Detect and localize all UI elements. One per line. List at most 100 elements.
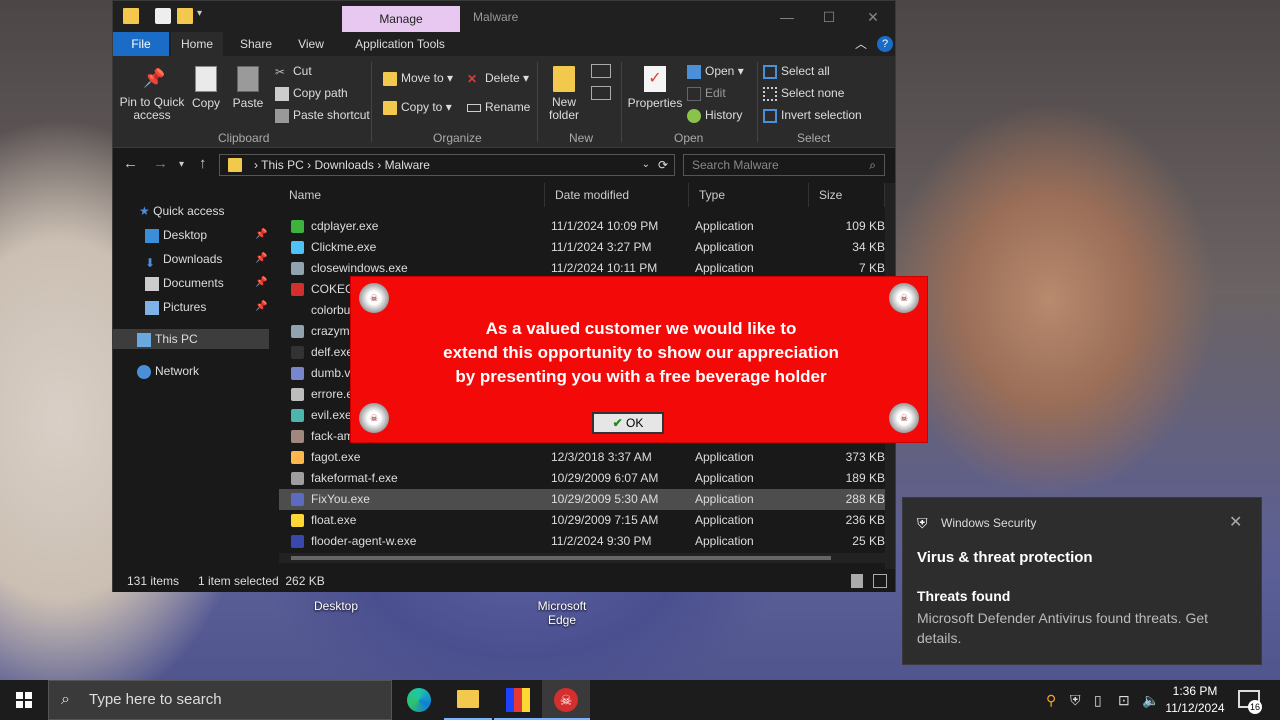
volume-muted-icon[interactable]: 🔈: [1142, 692, 1159, 709]
edit-button[interactable]: Edit: [687, 86, 726, 101]
refresh-icon[interactable]: ⟳: [658, 155, 668, 175]
application-icon: [291, 241, 304, 254]
tray-icon-1[interactable]: ⚲: [1046, 692, 1056, 709]
new-item-icon[interactable]: [591, 64, 611, 78]
rename-button[interactable]: Rename: [467, 100, 530, 114]
application-icon: [291, 409, 304, 422]
open-button[interactable]: Open ▾: [687, 64, 744, 79]
properties-button[interactable]: ✓ Properties: [627, 66, 683, 110]
properties-check-icon[interactable]: [155, 8, 171, 24]
nav-desktop[interactable]: Desktop: [145, 225, 207, 245]
new-folder-button[interactable]: New folder: [545, 66, 583, 122]
tab-manage[interactable]: Manage: [342, 6, 460, 32]
help-icon[interactable]: ?: [877, 36, 893, 52]
recent-locations-icon[interactable]: ▾: [179, 159, 184, 170]
network-icon[interactable]: ⊡: [1118, 692, 1130, 709]
start-button[interactable]: [0, 680, 48, 720]
select-none-button[interactable]: Select none: [763, 86, 844, 101]
up-arrow-icon[interactable]: ↑: [199, 155, 207, 172]
pin-icon: 📌: [255, 229, 268, 240]
taskbar-file-explorer[interactable]: [444, 680, 492, 720]
collapse-ribbon-icon[interactable]: ︿: [853, 32, 869, 56]
taskbar-search-input[interactable]: ⌕ Type here to search: [48, 680, 392, 720]
address-field[interactable]: › This PC › Downloads › Malware ⟳ ⌄: [219, 154, 675, 176]
new-folder-icon[interactable]: [177, 8, 193, 24]
group-label-clipboard: Clipboard: [218, 131, 270, 145]
select-all-icon: [763, 64, 777, 79]
tab-application-tools[interactable]: Application Tools: [347, 32, 453, 56]
delete-button[interactable]: ✕ Delete ▾: [467, 71, 529, 86]
address-dropdown-icon[interactable]: ⌄: [642, 155, 650, 175]
file-date: 11/2/2024 9:30 PM: [551, 534, 652, 548]
search-input[interactable]: Search Malware ⌕: [683, 154, 885, 176]
pin-quick-access-button[interactable]: 📌 Pin to Quick access: [117, 68, 187, 122]
notification-center-icon[interactable]: 16: [1238, 690, 1262, 714]
copy-path-button[interactable]: Copy path: [275, 86, 348, 101]
application-icon: [291, 304, 304, 317]
group-label-new: New: [569, 131, 594, 145]
security-toast-notification[interactable]: ⛨ Windows Security ✕ Virus & threat prot…: [902, 497, 1262, 665]
breadcrumb-this-pc[interactable]: This PC: [261, 158, 304, 172]
select-all-button[interactable]: Select all: [763, 64, 830, 79]
nav-downloads[interactable]: ⬇ Downloads: [145, 249, 222, 270]
paste-shortcut-button[interactable]: Paste shortcut: [275, 108, 370, 123]
nav-quick-access[interactable]: ★ Quick access: [139, 201, 224, 221]
move-to-button[interactable]: Move to ▾: [383, 71, 453, 86]
file-name: errore.e: [311, 387, 354, 401]
minimize-icon[interactable]: —: [777, 7, 797, 27]
tab-home[interactable]: Home: [171, 32, 223, 56]
history-button[interactable]: History: [687, 108, 742, 123]
breadcrumb-downloads[interactable]: Downloads: [315, 158, 374, 172]
file-row[interactable]: FixYou.exe 10/29/2009 5:30 AM Application 2…: [279, 489, 885, 510]
easy-access-icon[interactable]: [591, 86, 611, 100]
maximize-icon[interactable]: ☐: [819, 7, 839, 27]
cut-button[interactable]: ✂ Cut: [275, 64, 312, 79]
close-icon[interactable]: ✕: [863, 7, 883, 27]
customize-qat-icon[interactable]: ▾: [197, 8, 213, 24]
large-icons-view-icon[interactable]: [873, 574, 887, 588]
close-icon[interactable]: ✕: [1229, 512, 1242, 532]
file-row[interactable]: Clickme.exe 11/1/2024 3:27 PM Application 3…: [279, 237, 885, 258]
file-size: 373 KB: [845, 450, 885, 464]
paste-button[interactable]: Paste: [231, 66, 265, 110]
file-row[interactable]: fagot.exe 12/3/2018 3:37 AM Application 373…: [279, 447, 885, 468]
horizontal-scrollbar[interactable]: [279, 553, 885, 563]
file-row[interactable]: fakeformat-f.exe 10/29/2009 6:07 AM Applic…: [279, 468, 885, 489]
battery-icon[interactable]: ▯: [1094, 692, 1102, 709]
application-icon: [291, 430, 304, 443]
defender-warning-icon[interactable]: ⛨: [1070, 692, 1081, 709]
desktop-icon-desktop[interactable]: Desktop: [306, 599, 366, 613]
download-arrow-icon: ⬇: [145, 255, 156, 270]
file-type: Application: [695, 534, 754, 548]
nav-network[interactable]: Network: [137, 361, 199, 381]
taskbar-prank-app[interactable]: ☠: [542, 680, 590, 720]
tab-view[interactable]: View: [289, 32, 333, 56]
file-row[interactable]: float.exe 10/29/2009 7:15 AM Application 23…: [279, 510, 885, 531]
back-arrow-icon[interactable]: ←: [123, 155, 138, 172]
desktop-icon-edge[interactable]: Microsoft Edge: [526, 599, 598, 627]
copy-button[interactable]: Copy: [191, 66, 221, 110]
nav-pictures[interactable]: Pictures: [145, 297, 206, 317]
file-row[interactable]: cdplayer.exe 11/1/2024 10:09 PM Applicatio…: [279, 216, 885, 237]
clock[interactable]: 1:36 PM 11/12/2024: [1160, 683, 1230, 717]
file-date: 10/29/2009 5:30 AM: [551, 492, 659, 506]
breadcrumb-malware[interactable]: Malware: [385, 158, 430, 172]
folder-icon: [228, 158, 242, 172]
tab-file[interactable]: File: [113, 32, 169, 56]
details-view-icon[interactable]: [851, 574, 863, 588]
colorful-app-icon: [506, 688, 530, 712]
invert-selection-button[interactable]: Invert selection: [763, 108, 862, 123]
file-name: delf.exe: [311, 345, 354, 359]
nav-this-pc[interactable]: This PC: [113, 329, 269, 349]
taskbar-edge[interactable]: [394, 680, 442, 720]
copy-to-button[interactable]: Copy to ▾: [383, 100, 452, 115]
application-icon: [291, 262, 304, 275]
file-size: 25 KB: [852, 534, 885, 548]
forward-arrow-icon[interactable]: →: [153, 155, 168, 172]
tab-share[interactable]: Share: [233, 32, 279, 56]
scrollbar-thumb[interactable]: [291, 556, 831, 560]
taskbar-app-3[interactable]: [494, 680, 542, 720]
file-row[interactable]: flooder-agent-w.exe 11/2/2024 9:30 PM Appl…: [279, 531, 885, 552]
ok-button[interactable]: ✔ OK: [592, 412, 664, 434]
nav-documents[interactable]: Documents: [145, 273, 224, 293]
